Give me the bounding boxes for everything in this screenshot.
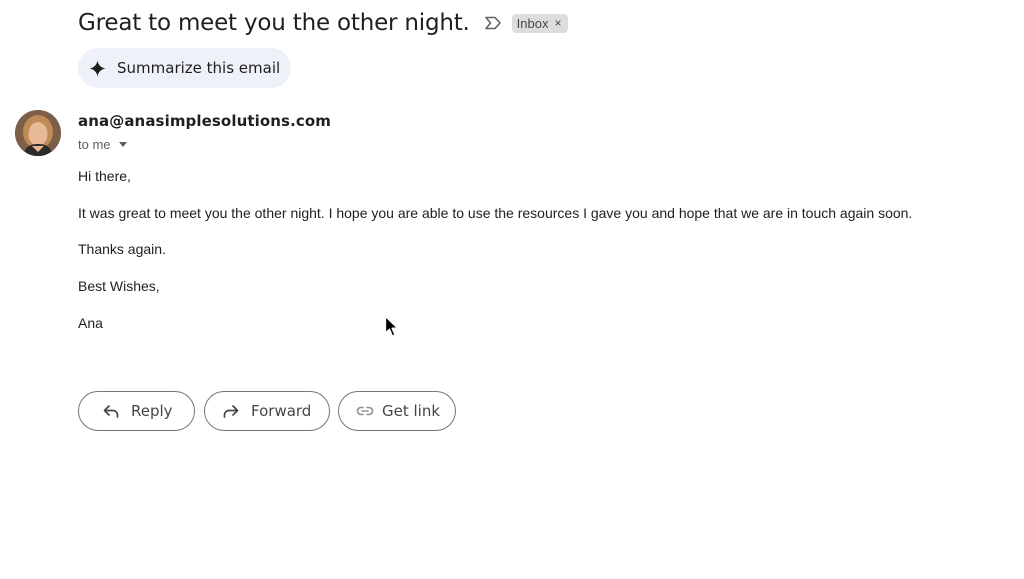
caret-down-icon bbox=[118, 142, 127, 147]
forward-button[interactable]: Forward bbox=[204, 391, 330, 431]
sender-email[interactable]: ana@anasimplesolutions.com bbox=[78, 112, 331, 130]
body-paragraph: It was great to meet you the other night… bbox=[78, 205, 913, 221]
inbox-label-chip[interactable]: Inbox × bbox=[511, 13, 568, 33]
sender-avatar[interactable] bbox=[15, 110, 61, 156]
forward-icon bbox=[221, 401, 241, 421]
inbox-label-text: Inbox bbox=[516, 15, 549, 31]
summarize-email-label: Summarize this email bbox=[117, 59, 281, 77]
reply-label: Reply bbox=[131, 402, 173, 420]
get-link-button[interactable]: Get link bbox=[338, 391, 456, 431]
get-link-label: Get link bbox=[382, 402, 441, 420]
reply-icon bbox=[101, 401, 121, 421]
summarize-email-button[interactable]: Summarize this email bbox=[78, 48, 291, 88]
link-icon bbox=[355, 401, 375, 421]
reply-button[interactable]: Reply bbox=[78, 391, 195, 431]
mouse-pointer-icon bbox=[384, 315, 400, 339]
recipient-label: to me bbox=[78, 137, 111, 152]
label-importance-icon[interactable] bbox=[484, 16, 502, 30]
body-signature: Ana bbox=[78, 315, 103, 331]
sparkle-icon bbox=[89, 60, 106, 77]
recipient-details-toggle[interactable]: to me bbox=[78, 137, 127, 152]
subject-row: Great to meet you the other night. Inbox… bbox=[78, 4, 568, 42]
body-thanks: Thanks again. bbox=[78, 241, 166, 257]
email-subject: Great to meet you the other night. bbox=[78, 10, 470, 36]
body-greeting: Hi there, bbox=[78, 168, 131, 184]
remove-label-button[interactable]: × bbox=[554, 16, 561, 30]
forward-label: Forward bbox=[251, 402, 312, 420]
body-closing: Best Wishes, bbox=[78, 278, 160, 294]
